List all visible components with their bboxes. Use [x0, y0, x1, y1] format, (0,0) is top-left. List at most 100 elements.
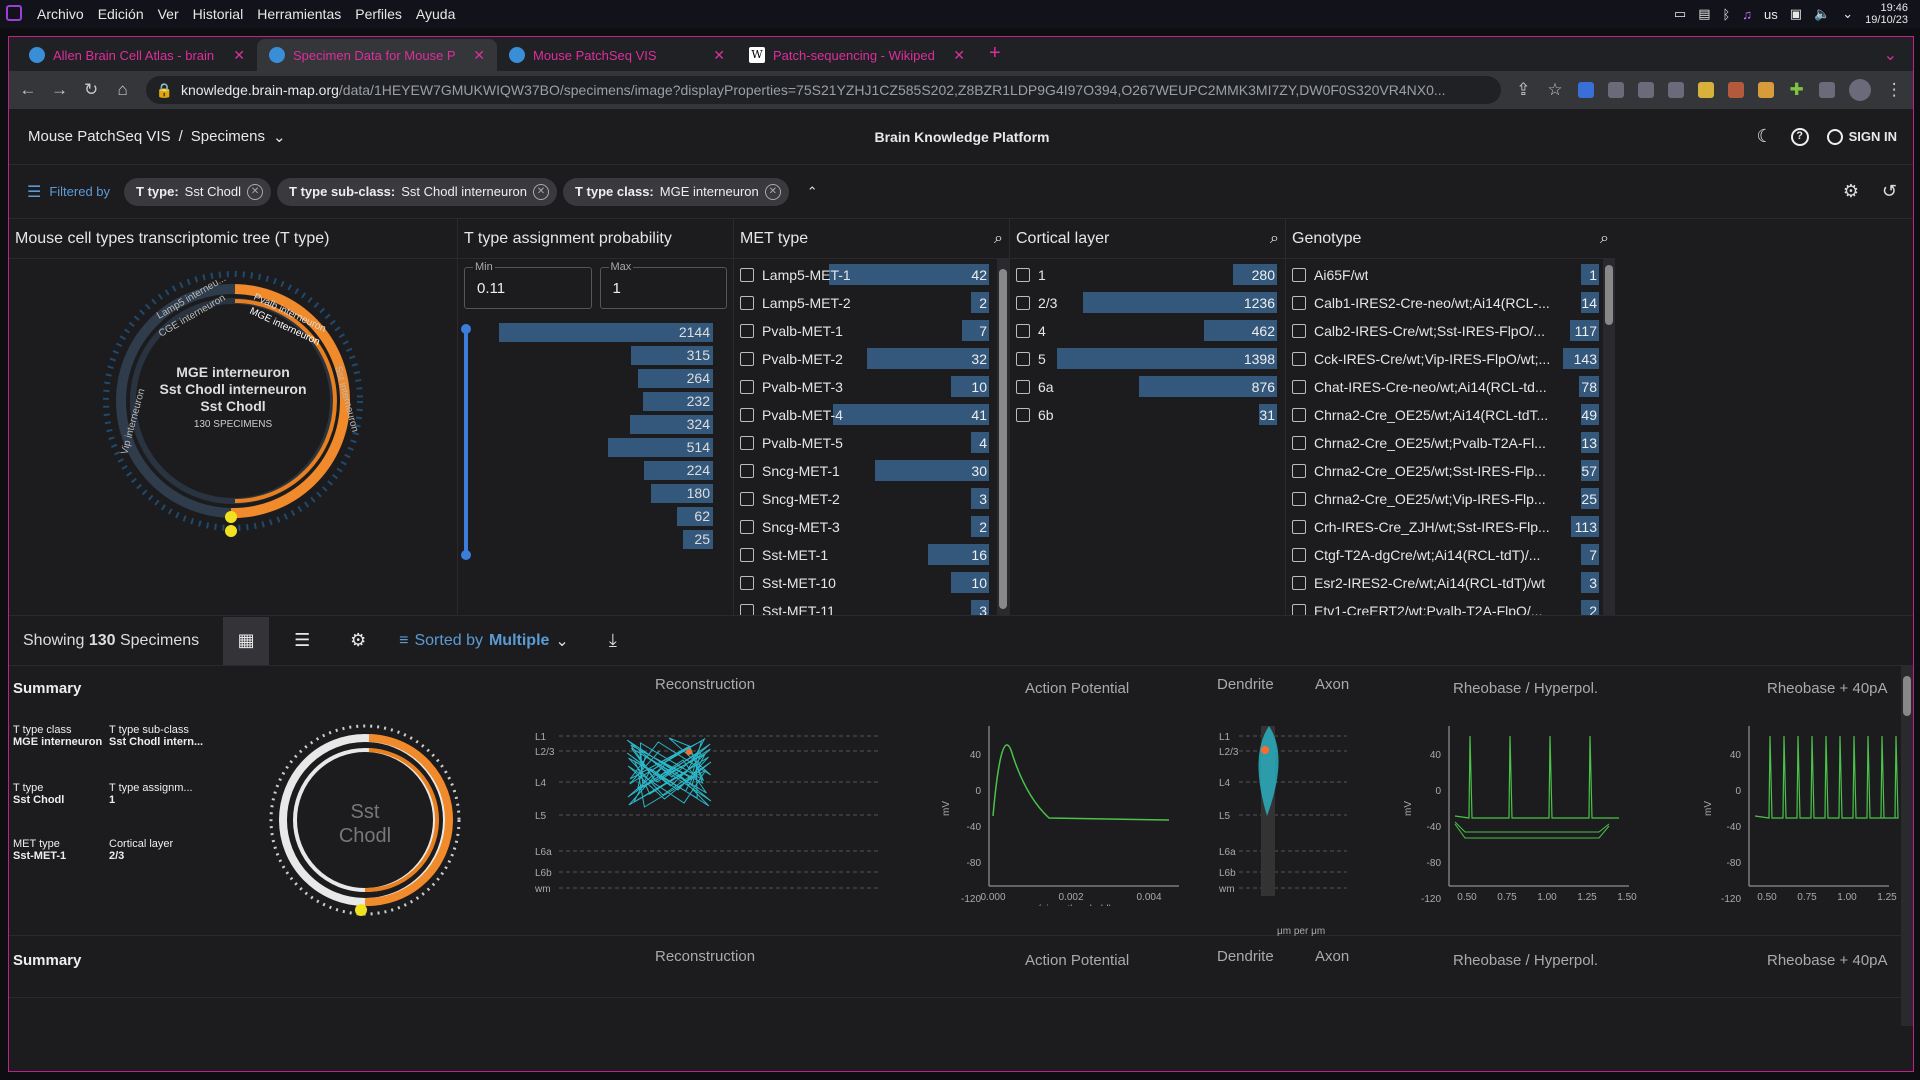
close-icon[interactable]: ✕: [247, 183, 264, 200]
facet-row[interactable]: Ai65F/wt 1: [1286, 261, 1603, 289]
histogram-bar[interactable]: 180: [651, 484, 713, 503]
facet-row[interactable]: 6b 31: [1010, 401, 1281, 429]
new-tab-button[interactable]: +: [989, 42, 1001, 65]
facet-row[interactable]: Calb1-IRES2-Cre-neo/wt;Ai14(RCL-... 14: [1286, 289, 1603, 317]
checkbox[interactable]: [740, 604, 754, 615]
rheobase-plot[interactable]: 40 0 -40 -80 -120 mV 0.50 0.75 1.00 1.25 s: [1699, 706, 1899, 906]
histogram-bar[interactable]: 25: [683, 530, 713, 549]
moon-icon[interactable]: ☾: [1756, 126, 1772, 147]
checkbox[interactable]: [740, 324, 754, 338]
facet-row[interactable]: Sst-MET-10 10: [734, 569, 993, 597]
checkbox[interactable]: [1292, 604, 1306, 615]
tab-search-icon[interactable]: ⌄: [1884, 45, 1897, 65]
checkbox[interactable]: [1292, 352, 1306, 366]
checkbox[interactable]: [1292, 324, 1306, 338]
browser-tab[interactable]: Allen Brain Cell Atlas - brain ✕: [17, 39, 257, 71]
breadcrumb-specimens[interactable]: Specimens: [191, 128, 265, 145]
close-icon[interactable]: ✕: [473, 47, 485, 64]
max-field[interactable]: Max 1: [599, 261, 727, 309]
facet-row[interactable]: Calb2-IRES-Cre/wt;Sst-IRES-FlpO/... 117: [1286, 317, 1603, 345]
facet-row[interactable]: Pvalb-MET-4 41: [734, 401, 993, 429]
clipboard-icon[interactable]: ▤: [1698, 6, 1710, 22]
close-icon[interactable]: ✕: [233, 47, 245, 64]
facet-row[interactable]: 1 280: [1010, 261, 1281, 289]
scrollbar[interactable]: [997, 259, 1009, 615]
histogram-bar[interactable]: 264: [637, 369, 713, 388]
os-menu-item[interactable]: Archivo: [37, 6, 84, 22]
histogram-bar[interactable]: 62: [676, 507, 713, 526]
checkbox[interactable]: [1016, 268, 1030, 282]
search-icon[interactable]: ⌕: [1600, 230, 1609, 248]
checkbox[interactable]: [1016, 352, 1030, 366]
facet-row[interactable]: Etv1-CreERT2/wt;Pvalb-T2A-FlpO/... 2: [1286, 597, 1603, 615]
histogram-bar[interactable]: 224: [643, 461, 713, 480]
facet-row[interactable]: Cck-IRES-Cre/wt;Vip-IRES-FlpO/wt;... 143: [1286, 345, 1603, 373]
os-menu-item[interactable]: Edición: [98, 6, 144, 22]
checkbox[interactable]: [1292, 464, 1306, 478]
checkbox[interactable]: [740, 436, 754, 450]
checkbox[interactable]: [740, 492, 754, 506]
volume-icon[interactable]: 🔈: [1814, 6, 1830, 22]
address-bar[interactable]: 🔒 knowledge.brain-map.org/data/1HEYEW7GM…: [145, 76, 1501, 104]
checkbox[interactable]: [1292, 548, 1306, 562]
facet-row[interactable]: Chat-IRES-Cre-neo/wt;Ai14(RCL-td... 78: [1286, 373, 1603, 401]
forward-button[interactable]: →: [51, 80, 69, 100]
facet-row[interactable]: Chrna2-Cre_OE25/wt;Sst-IRES-Flp... 57: [1286, 457, 1603, 485]
reload-button[interactable]: ↻: [82, 80, 100, 100]
music-icon[interactable]: ♫: [1742, 7, 1752, 22]
back-button[interactable]: ←: [19, 80, 37, 100]
specimen-card[interactable]: Summary Reconstruction Action Potential Den…: [9, 666, 1913, 937]
os-menu-item[interactable]: Historial: [193, 6, 244, 22]
ttype-ring[interactable]: Sst Chodl: [265, 720, 465, 930]
clock[interactable]: 19:46 19/10/23: [1865, 2, 1908, 26]
checkbox[interactable]: [740, 352, 754, 366]
checkbox[interactable]: [740, 576, 754, 590]
facet-row[interactable]: 6a 876: [1010, 373, 1281, 401]
checkbox[interactable]: [1016, 324, 1030, 338]
lock-icon[interactable]: 🔒: [156, 82, 173, 99]
chevron-up-icon[interactable]: ⌃: [807, 184, 818, 200]
checkbox[interactable]: [1292, 576, 1306, 590]
action-potential-plot[interactable]: 40 0 -40 -80 -120 mV 0.000 0.002 0.004 s (since t…: [929, 706, 1189, 906]
facet-row[interactable]: Sncg-MET-2 3: [734, 485, 993, 513]
filter-icon[interactable]: ☰: [27, 182, 41, 202]
close-icon[interactable]: ✕: [533, 183, 549, 200]
facet-row[interactable]: 5 1398: [1010, 345, 1281, 373]
facet-row[interactable]: Chrna2-Cre_OE25/wt;Vip-IRES-Flp... 25: [1286, 485, 1603, 513]
selected-node[interactable]: [225, 511, 237, 523]
facet-row[interactable]: Ctgf-T2A-dgCre/wt;Ai14(RCL-tdT)/... 7: [1286, 541, 1603, 569]
facet-row[interactable]: Sst-MET-11 3: [734, 597, 993, 615]
sidebar-toggle-icon[interactable]: [1819, 82, 1836, 98]
bookmark-star-icon[interactable]: ☆: [1546, 80, 1564, 100]
facet-row[interactable]: 2/3 1236: [1010, 289, 1281, 317]
facet-row[interactable]: Lamp5-MET-2 2: [734, 289, 993, 317]
download-icon[interactable]: ⤓: [609, 630, 617, 651]
checkbox[interactable]: [1292, 520, 1306, 534]
facet-row[interactable]: Chrna2-Cre_OE25/wt;Ai14(RCL-tdT... 49: [1286, 401, 1603, 429]
selected-node[interactable]: [225, 525, 237, 537]
facet-row[interactable]: Crh-IRES-Cre_ZJH/wt;Sst-IRES-Flp... 113: [1286, 513, 1603, 541]
chevron-down-icon[interactable]: ⌄: [273, 128, 286, 146]
browser-tab[interactable]: Specimen Data for Mouse P ✕: [257, 39, 497, 71]
help-icon[interactable]: ?: [1790, 127, 1809, 146]
facet-row[interactable]: 4 462: [1010, 317, 1281, 345]
os-logo-icon[interactable]: [6, 5, 22, 21]
checkbox[interactable]: [1016, 380, 1030, 394]
checkbox[interactable]: [1292, 380, 1306, 394]
extension-icon[interactable]: [1697, 82, 1714, 98]
browser-tab[interactable]: Mouse PatchSeq VIS ✕: [497, 39, 737, 71]
facet-row[interactable]: Sncg-MET-1 30: [734, 457, 993, 485]
kebab-menu-icon[interactable]: ⋮: [1885, 80, 1903, 100]
checkbox[interactable]: [740, 380, 754, 394]
checkbox[interactable]: [740, 296, 754, 310]
facet-row[interactable]: Sst-MET-1 16: [734, 541, 993, 569]
reset-icon[interactable]: ↺: [1882, 181, 1897, 202]
sign-in-button[interactable]: SIGN IN: [1826, 128, 1897, 145]
specimen-card[interactable]: Summary Reconstruction Action Potential Den…: [9, 938, 1913, 998]
extension-icon[interactable]: [1727, 82, 1744, 98]
range-slider[interactable]: [461, 324, 471, 560]
breadcrumb-root[interactable]: Mouse PatchSeq VIS: [28, 128, 171, 145]
checkbox[interactable]: [1016, 296, 1030, 310]
checkbox[interactable]: [740, 408, 754, 422]
search-icon[interactable]: ⌕: [1270, 230, 1279, 248]
